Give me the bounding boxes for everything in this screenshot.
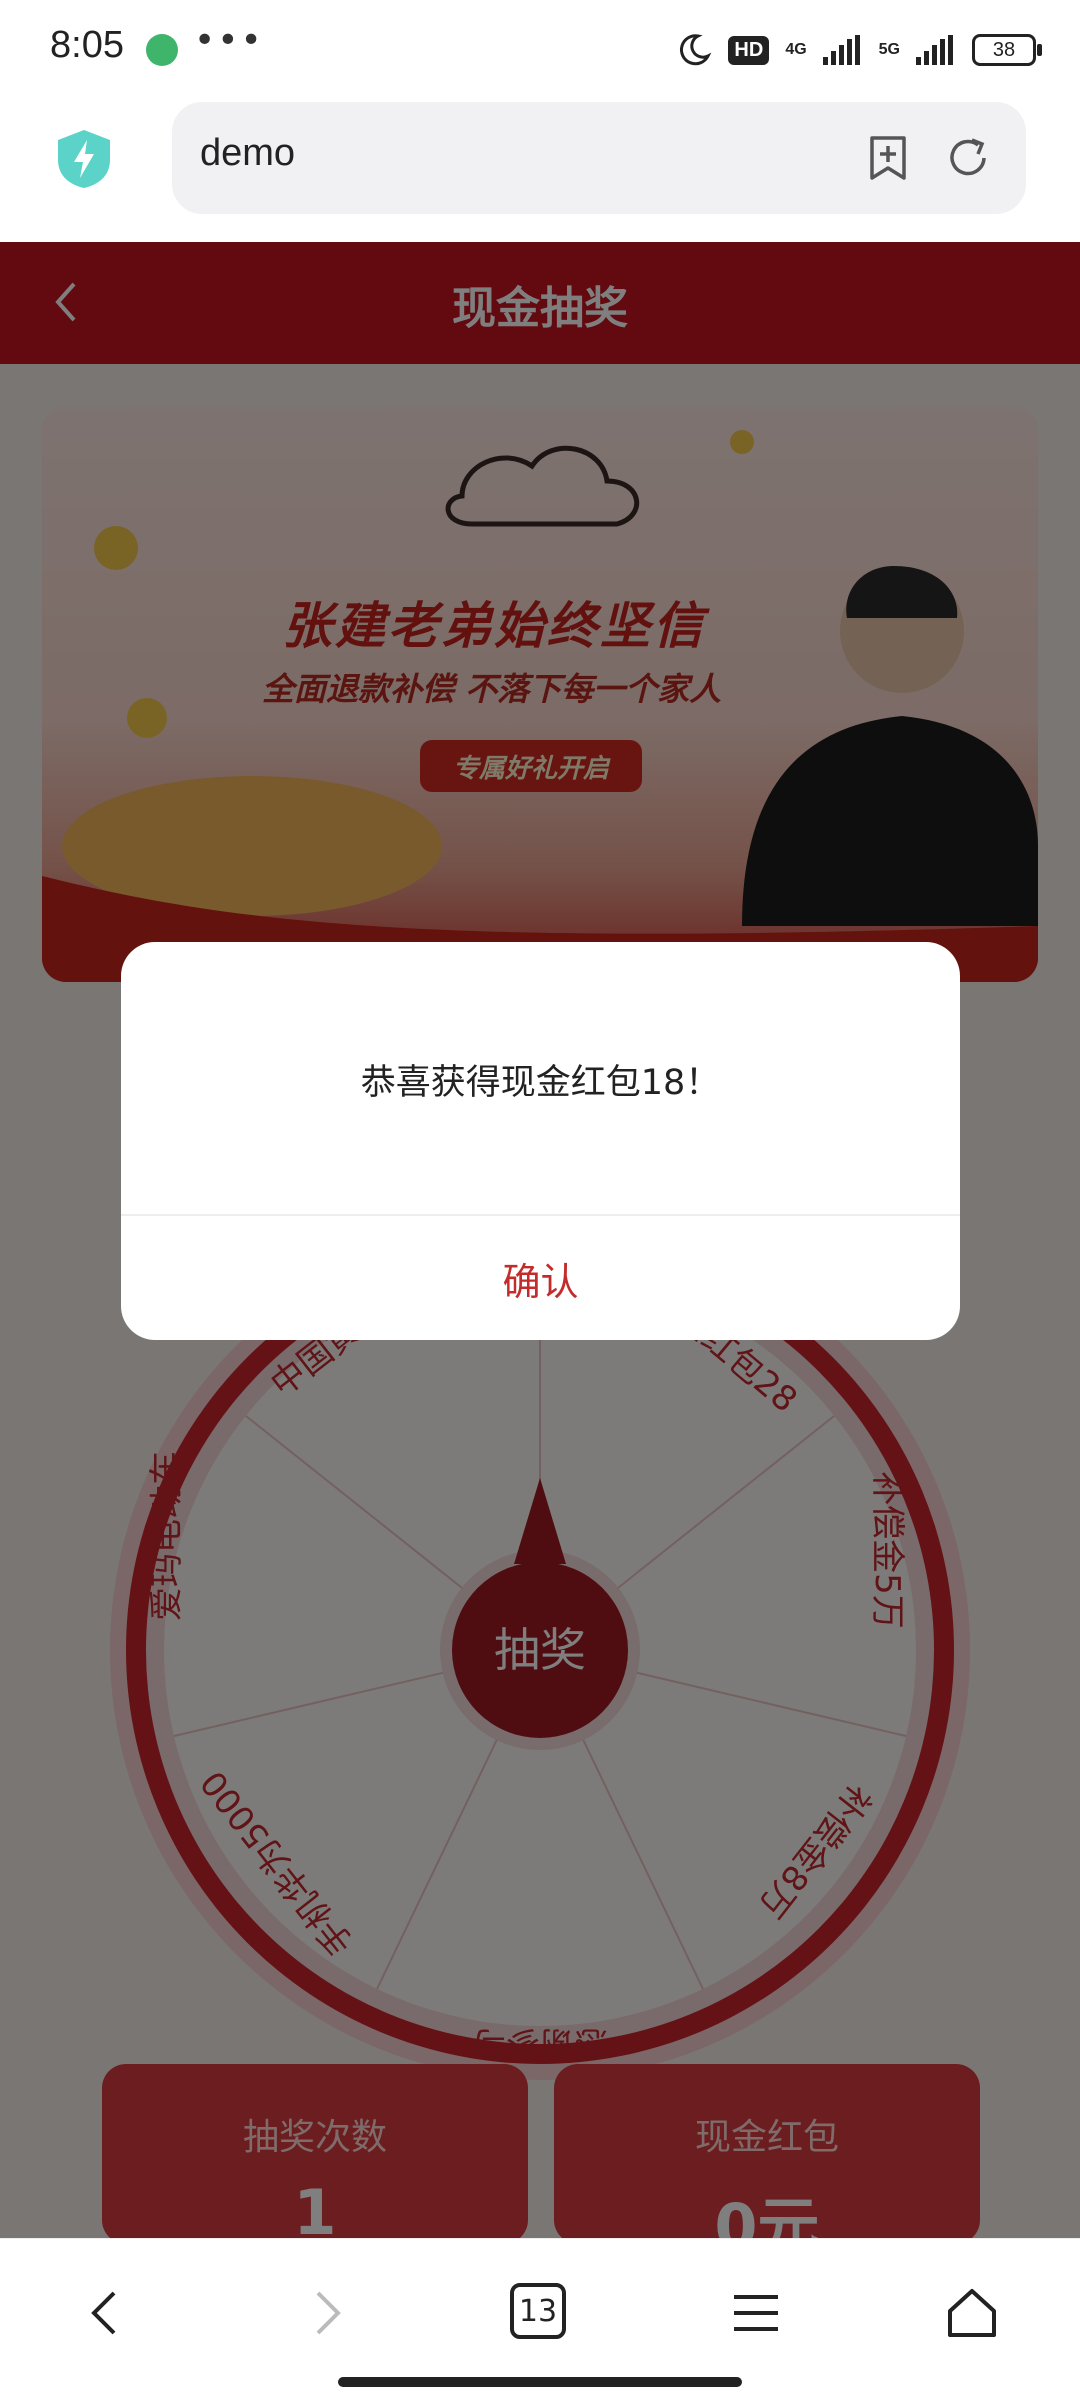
- confirm-button[interactable]: 确认: [121, 1216, 960, 1340]
- browser-bottom-nav: 13: [0, 2238, 1080, 2401]
- status-time: 8:05: [50, 24, 124, 66]
- signal-bars-icon: [916, 35, 953, 65]
- result-dialog: 恭喜获得现金红包18！ 确认: [121, 942, 960, 1340]
- network-4g-label: 4G: [785, 41, 807, 58]
- nav-back-icon[interactable]: [76, 2283, 136, 2343]
- browser-toolbar: demo: [0, 98, 1080, 242]
- nav-forward-icon[interactable]: [296, 2283, 356, 2343]
- security-shield-icon[interactable]: [56, 128, 112, 190]
- signal-bars-icon: [822, 35, 860, 65]
- more-notifications-icon: •••: [194, 20, 264, 61]
- menu-icon[interactable]: [726, 2283, 786, 2343]
- do-not-disturb-moon-icon: [680, 34, 712, 66]
- home-indicator[interactable]: [338, 2377, 742, 2387]
- address-bar[interactable]: demo: [172, 102, 1026, 214]
- network-5g-label: 5G: [878, 41, 900, 58]
- home-icon[interactable]: [942, 2283, 1002, 2343]
- hd-voice-badge: HD: [728, 35, 770, 65]
- dialog-message: 恭喜获得现金红包18！: [360, 1063, 721, 1103]
- url-text[interactable]: demo: [200, 132, 295, 175]
- add-bookmark-icon[interactable]: [862, 132, 914, 184]
- status-bar: 8:05 ••• HD 4G 5G 38: [0, 0, 1080, 98]
- tabs-count-button[interactable]: 13: [510, 2283, 566, 2339]
- battery-icon: 38: [972, 34, 1042, 66]
- app-notification-icon: [146, 34, 178, 66]
- refresh-icon[interactable]: [942, 132, 994, 184]
- status-right-group: HD 4G 5G 38: [676, 28, 1042, 72]
